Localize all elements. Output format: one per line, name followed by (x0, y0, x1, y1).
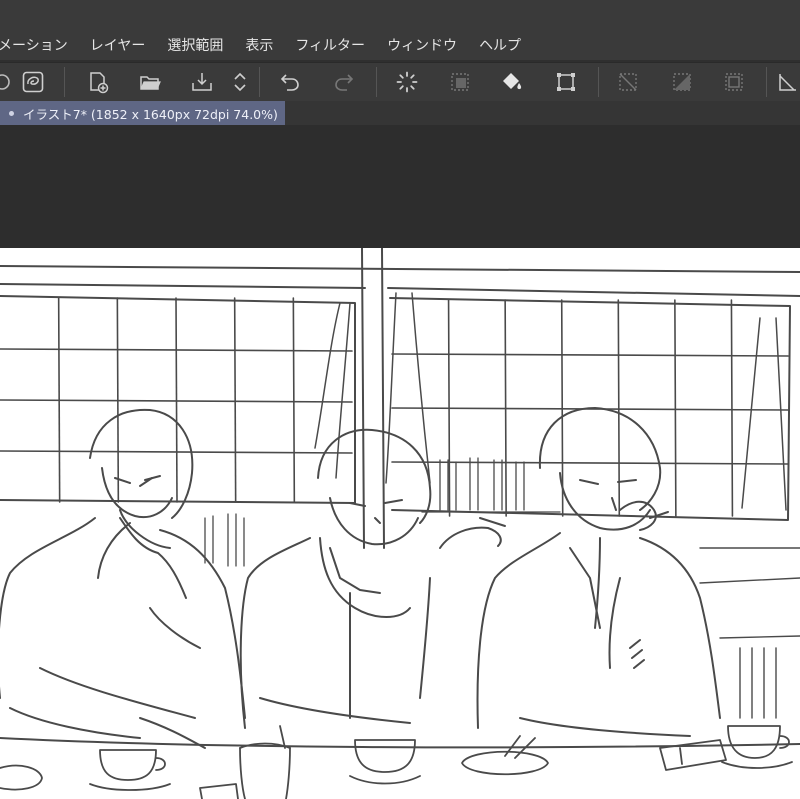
clear-selection-icon (619, 73, 637, 91)
clear-selection-button[interactable] (614, 68, 642, 96)
canvas-workspace (0, 125, 800, 248)
curtains (314, 292, 787, 511)
new-file-button[interactable] (84, 68, 112, 96)
menu-animation[interactable]: メーション (0, 35, 68, 55)
window-transom (0, 348, 353, 352)
redo-icon (335, 74, 354, 91)
window-transom (0, 399, 353, 403)
fill-button[interactable] (498, 68, 526, 96)
partial-icon (0, 74, 10, 90)
undo-icon (280, 74, 299, 91)
menu-selection[interactable]: 選択範囲 (167, 35, 223, 55)
person-right (476, 407, 721, 737)
crop-button[interactable] (774, 68, 800, 96)
window-mullion (292, 297, 296, 503)
tab-status-dot (9, 110, 14, 116)
undo-button[interactable] (276, 68, 304, 96)
document-tab[interactable]: イラスト7* (1852 x 1640px 72dpi 74.0%) (0, 101, 285, 125)
transform-button[interactable] (552, 68, 580, 96)
window-transom (391, 461, 789, 465)
left-window-grid (0, 297, 353, 503)
transform-icon (557, 73, 575, 91)
save-download-icon (192, 73, 212, 91)
background-windows (0, 248, 800, 549)
loading-spinner-icon (396, 71, 418, 93)
menu-layer[interactable]: レイヤー (90, 35, 146, 55)
toolbar-separator (376, 67, 377, 97)
cups (0, 725, 793, 799)
select-layer-icon (451, 73, 469, 91)
document-tab-label: イラスト7* (1852 x 1640px 72dpi 74.0%) (23, 106, 278, 122)
window-transom (0, 450, 353, 454)
window-mullion (175, 297, 178, 503)
selection-border-button[interactable] (720, 68, 748, 96)
window-mullion (617, 299, 621, 517)
line-art-sketch (0, 248, 800, 799)
books (204, 513, 245, 567)
person-left (0, 408, 246, 749)
selection-border-icon (725, 73, 743, 91)
command-toolbar (0, 62, 800, 101)
save-button[interactable] (188, 68, 216, 96)
window-mullion (730, 299, 734, 517)
open-file-button[interactable] (136, 68, 164, 96)
drawing-canvas[interactable] (0, 248, 800, 799)
crop-icon (779, 74, 796, 91)
lasso-button[interactable] (19, 68, 47, 96)
toolbar-separator (64, 67, 65, 97)
redo-button[interactable] (330, 68, 358, 96)
up-down-arrows-icon (234, 72, 246, 92)
document-tab-bar: イラスト7* (1852 x 1640px 72dpi 74.0%) (0, 101, 800, 125)
menu-help[interactable]: ヘルプ (479, 35, 521, 55)
arrange-button[interactable] (226, 68, 254, 96)
person-middle (239, 428, 506, 729)
processing-button[interactable] (393, 68, 421, 96)
table-box (199, 783, 239, 799)
menu-view[interactable]: 表示 (245, 35, 273, 55)
select-layer-button[interactable] (446, 68, 474, 96)
menu-window[interactable]: ウィンドウ (387, 35, 457, 55)
window-top-strip (0, 0, 800, 30)
lasso-icon (22, 71, 44, 93)
menu-filter[interactable]: フィルター (295, 35, 365, 55)
menu-bar: メーション レイヤー 選択範囲 表示 フィルター ウィンドウ ヘルプ (0, 30, 800, 60)
new-file-icon (90, 72, 109, 94)
window-mullion (674, 299, 677, 517)
toolbar-separator (766, 67, 767, 97)
fill-bucket-icon (503, 73, 522, 90)
open-folder-icon (140, 76, 161, 90)
toolbar-separator (598, 67, 599, 97)
invert-selection-icon (673, 73, 691, 91)
toolbar-cut-button[interactable] (0, 68, 16, 96)
ashtray (461, 735, 549, 776)
window-transom (391, 353, 789, 357)
invert-selection-button[interactable] (668, 68, 696, 96)
toolbar-separator (259, 67, 260, 97)
right-shelf (699, 547, 800, 719)
window-mullion (233, 297, 237, 503)
